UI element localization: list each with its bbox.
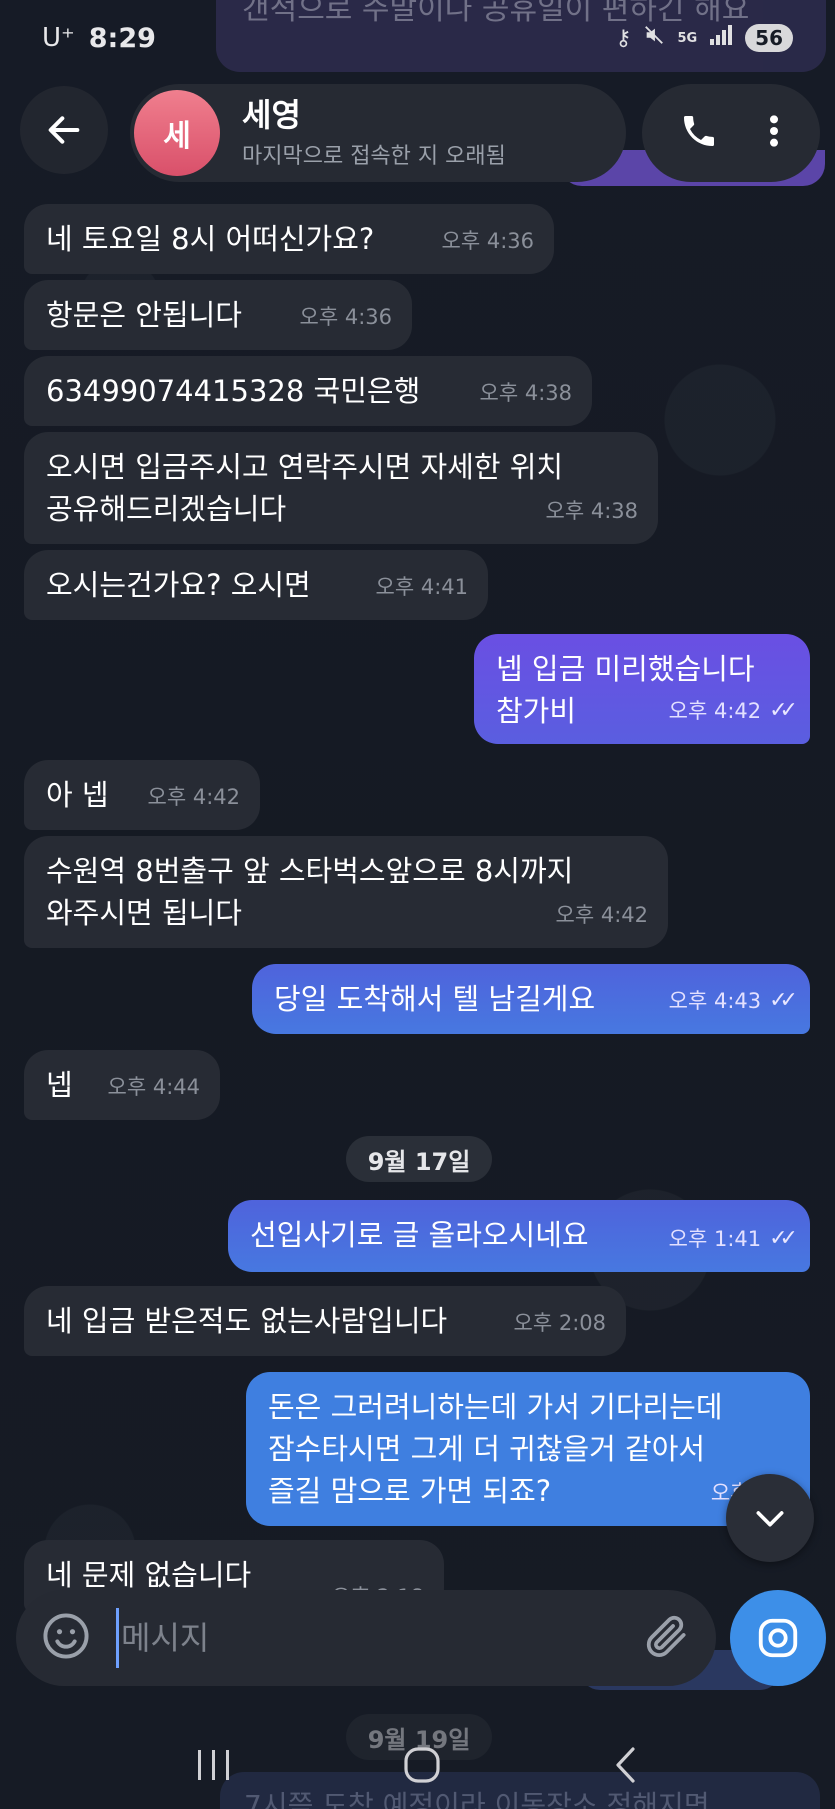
message-time: 오후 4:38 bbox=[479, 381, 572, 405]
message-incoming[interactable]: 오시면 입금주시고 연락주시면 자세한 위치 공유해드리겠습니다 오후 4:38 bbox=[24, 432, 658, 544]
chevron-down-icon bbox=[756, 1511, 784, 1527]
message-text-line: 넵 입금 미리했습니다 bbox=[496, 652, 755, 686]
key-icon: ⚷ bbox=[615, 25, 632, 51]
status-bar: U⁺ 8:29 ⚷ 5G 56 bbox=[0, 0, 835, 76]
network-type: 5G bbox=[677, 30, 698, 46]
message-text: 네 입금 받은적도 없는사람입니다 bbox=[46, 1304, 448, 1338]
message-incoming[interactable]: 항문은 안됩니다 오후 4:36 bbox=[24, 280, 412, 350]
system-nav-bar bbox=[0, 1720, 835, 1809]
message-text-line: 오시면 입금주시고 연락주시면 자세한 위치 bbox=[46, 450, 564, 484]
message-time: 오후 4:42 bbox=[147, 785, 240, 809]
message-outgoing[interactable]: 선입사기로 글 올라오시네요 오후 1:41 ✓✓ bbox=[228, 1200, 810, 1272]
attach-button[interactable] bbox=[642, 1611, 692, 1665]
message-time: 오후 4:44 bbox=[107, 1075, 200, 1099]
message-text-line: 잠수타시면 그게 더 귀찮을거 같아서 bbox=[268, 1432, 706, 1466]
mute-icon bbox=[643, 24, 665, 52]
message-text-line: 수원역 8번출구 앞 스타벅스앞으로 8시까지 bbox=[46, 854, 574, 888]
call-button[interactable] bbox=[679, 111, 719, 155]
message-time: 오후 4:42 bbox=[555, 903, 648, 927]
message-text: 네 문제 없습니다 bbox=[46, 1558, 252, 1592]
message-text: 네 토요일 8시 어떠신가요? bbox=[46, 222, 375, 256]
camera-button[interactable] bbox=[730, 1590, 826, 1686]
message-time: 오후 4:41 bbox=[375, 575, 468, 599]
scroll-down-button[interactable] bbox=[726, 1474, 814, 1562]
double-check-icon: ✓✓ bbox=[769, 698, 798, 723]
battery-icon: 56 bbox=[745, 24, 793, 52]
more-menu-button[interactable] bbox=[764, 111, 784, 155]
home-button[interactable] bbox=[402, 1745, 442, 1785]
message-text: 선입사기로 글 올라오시네요 bbox=[250, 1218, 589, 1252]
message-text: 63499074415328 국민은행 bbox=[46, 374, 421, 408]
home-icon bbox=[404, 1746, 441, 1783]
recent-apps-icon bbox=[198, 1749, 230, 1780]
more-vertical-icon bbox=[769, 115, 778, 147]
message-composer bbox=[16, 1590, 716, 1686]
message-time: 오후 2:08 bbox=[513, 1311, 606, 1335]
emoji-icon bbox=[43, 1613, 89, 1659]
emoji-button[interactable] bbox=[40, 1610, 92, 1666]
avatar: 세 bbox=[134, 90, 220, 176]
message-time: 오후 4:38 bbox=[545, 499, 638, 523]
back-button[interactable] bbox=[20, 86, 108, 174]
message-outgoing[interactable]: 돈은 그러려니하는데 가서 기다리는데 잠수타시면 그게 더 귀찮을거 같아서 … bbox=[246, 1372, 810, 1526]
arrow-left-icon bbox=[48, 116, 80, 144]
camera-icon bbox=[758, 1618, 798, 1658]
contact-last-seen: 마지막으로 접속한 지 오래됨 bbox=[242, 144, 506, 170]
message-incoming[interactable]: 네 토요일 8시 어떠신가요? 오후 4:36 bbox=[24, 204, 554, 274]
message-time: 오후 4:36 bbox=[299, 305, 392, 329]
back-chevron-icon bbox=[616, 1746, 635, 1783]
back-nav-button[interactable] bbox=[611, 1745, 641, 1785]
message-incoming[interactable]: 63499074415328 국민은행 오후 4:38 bbox=[24, 356, 592, 426]
phone-icon bbox=[683, 116, 714, 146]
message-text: 아 넵 bbox=[46, 778, 109, 812]
message-incoming[interactable]: 오시는건가요? 오시면 오후 4:41 bbox=[24, 550, 488, 620]
carrier-label: U⁺ bbox=[42, 23, 75, 53]
message-outgoing[interactable]: 당일 도착해서 텔 남길게요 오후 4:43 ✓✓ bbox=[252, 964, 810, 1034]
message-incoming[interactable]: 넵 오후 4:44 bbox=[24, 1050, 220, 1120]
contact-info[interactable]: 세 세영 마지막으로 접속한 지 오래됨 bbox=[130, 84, 626, 182]
contact-name: 세영 bbox=[242, 95, 301, 134]
message-time: 오후 4:36 bbox=[441, 229, 534, 253]
message-text: 항문은 안됩니다 bbox=[46, 298, 242, 332]
message-incoming[interactable]: 수원역 8번출구 앞 스타벅스앞으로 8시까지 와주시면 됩니다 오후 4:42 bbox=[24, 836, 668, 948]
message-incoming[interactable]: 네 입금 받은적도 없는사람입니다 오후 2:08 bbox=[24, 1286, 626, 1356]
message-text: 넵 bbox=[46, 1068, 73, 1102]
message-incoming[interactable]: 아 넵 오후 4:42 bbox=[24, 760, 260, 830]
message-time: 오후 4:42 ✓✓ bbox=[669, 690, 798, 732]
recent-apps-button[interactable] bbox=[194, 1747, 234, 1783]
clock: 8:29 bbox=[88, 22, 156, 54]
double-check-icon: ✓✓ bbox=[769, 1226, 798, 1251]
message-text: 당일 도착해서 텔 남길게요 bbox=[274, 982, 596, 1016]
message-time: 오후 4:43 ✓✓ bbox=[669, 980, 798, 1022]
double-check-icon: ✓✓ bbox=[769, 988, 798, 1013]
message-time: 오후 1:41 ✓✓ bbox=[669, 1218, 798, 1260]
message-outgoing[interactable]: 넵 입금 미리했습니다 참가비 오후 4:42 ✓✓ bbox=[474, 634, 810, 744]
message-text: 오시는건가요? 오시면 bbox=[46, 568, 311, 602]
message-input[interactable] bbox=[116, 1608, 642, 1668]
signal-icon bbox=[709, 24, 733, 52]
message-text-line: 돈은 그러려니하는데 가서 기다리는데 bbox=[268, 1390, 723, 1424]
paperclip-icon bbox=[646, 1615, 686, 1657]
header-actions bbox=[642, 84, 820, 182]
date-separator: 9월 17일 bbox=[346, 1136, 492, 1182]
